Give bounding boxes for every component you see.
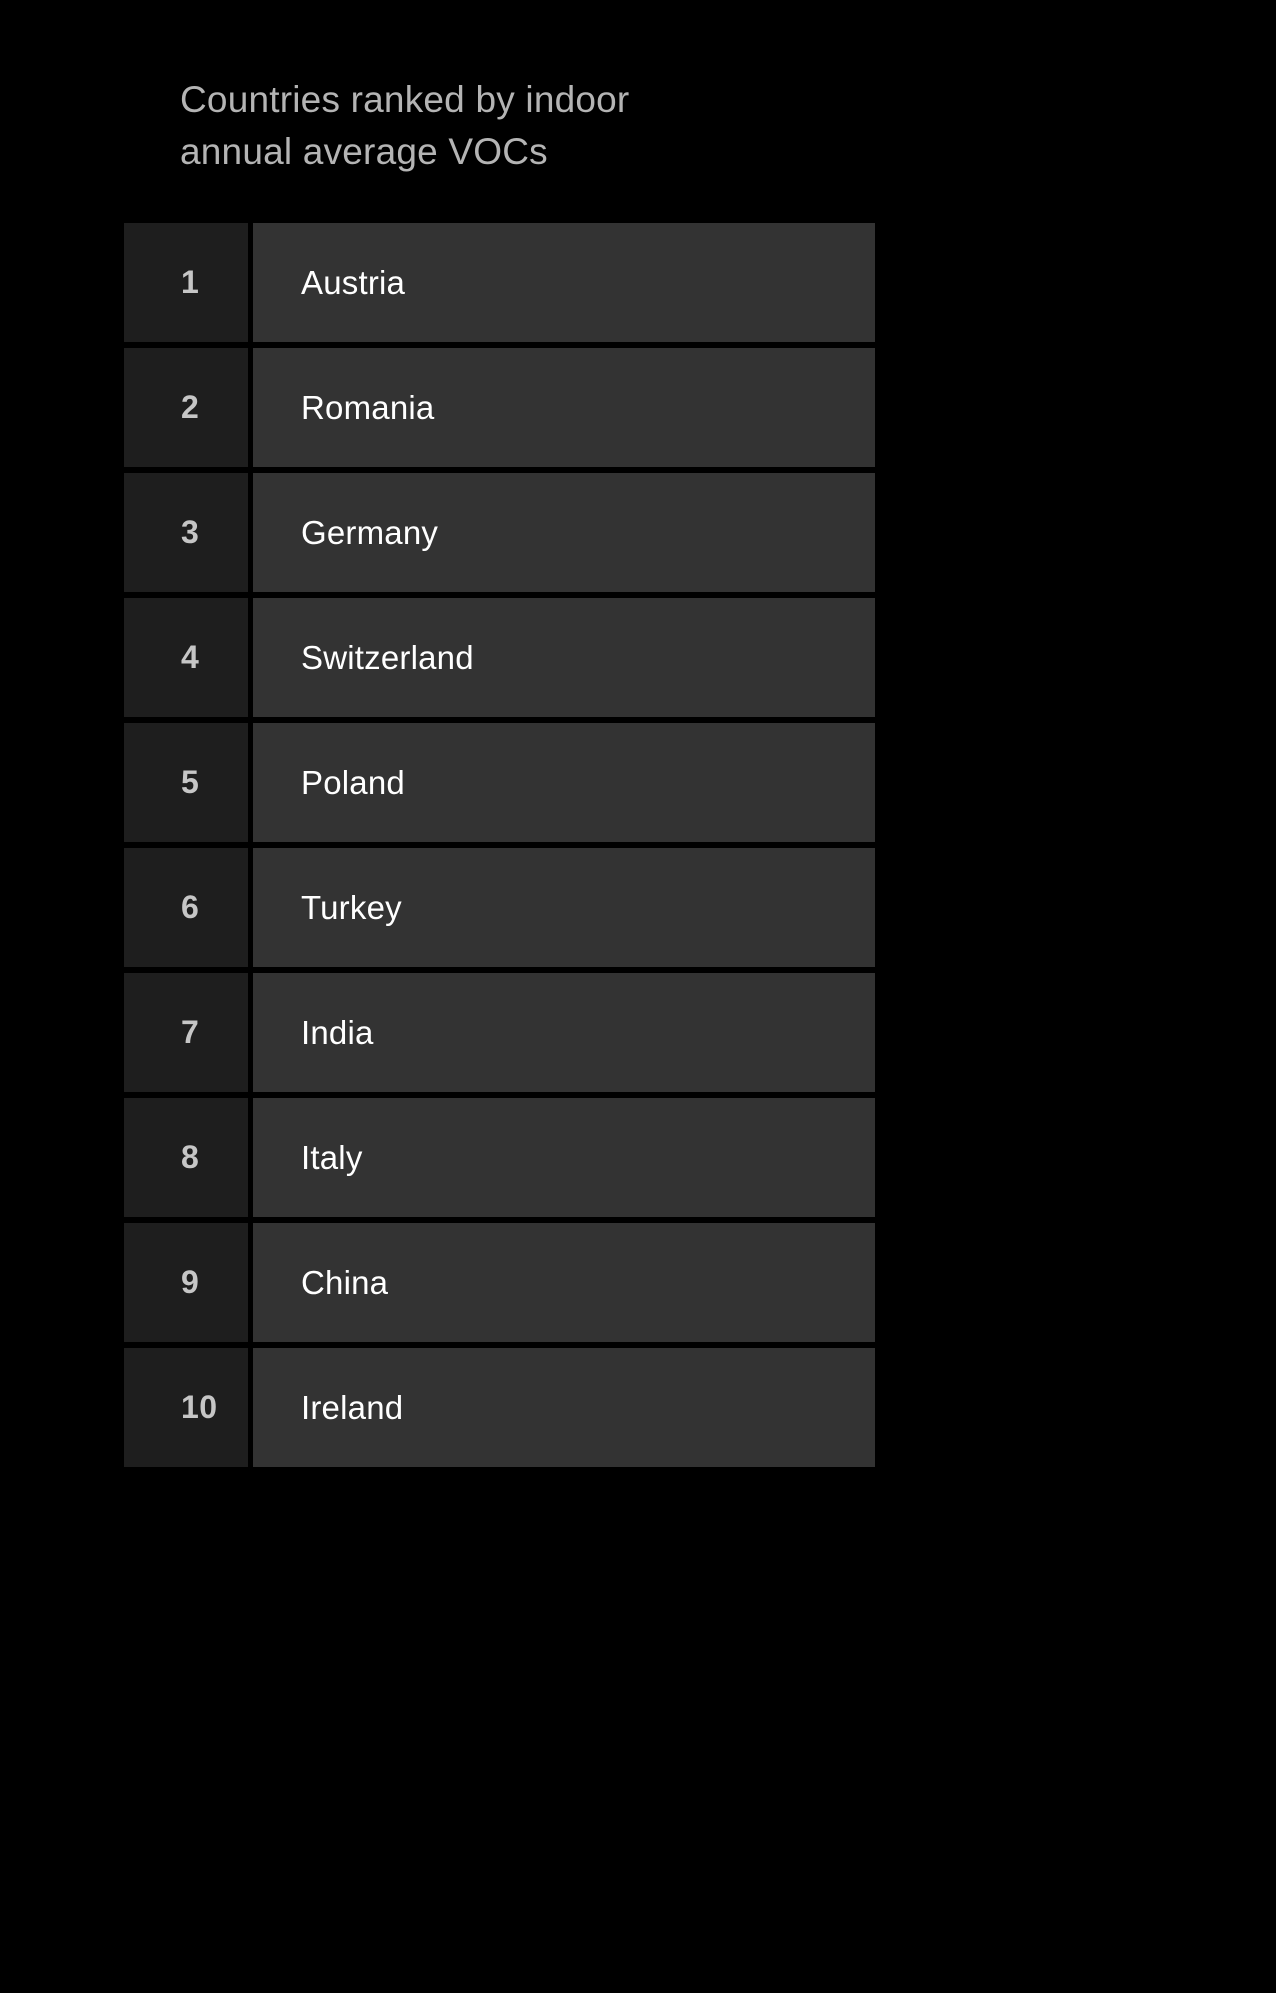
country-name: Germany bbox=[253, 473, 875, 592]
table-row[interactable]: 7 India bbox=[124, 973, 875, 1092]
table-row[interactable]: 3 Germany bbox=[124, 473, 875, 592]
rank-number: 8 bbox=[124, 1098, 248, 1217]
country-name: China bbox=[253, 1223, 875, 1342]
rank-number: 7 bbox=[124, 973, 248, 1092]
table-row[interactable]: 1 Austria bbox=[124, 223, 875, 342]
rank-number: 1 bbox=[124, 223, 248, 342]
rank-number: 10 bbox=[124, 1348, 248, 1467]
country-name: Ireland bbox=[253, 1348, 875, 1467]
table-row[interactable]: 5 Poland bbox=[124, 723, 875, 842]
table-row[interactable]: 2 Romania bbox=[124, 348, 875, 467]
ranking-table: 1 Austria 2 Romania 3 Germany 4 Switzerl… bbox=[124, 223, 875, 1467]
table-row[interactable]: 9 China bbox=[124, 1223, 875, 1342]
page-title-line-1: Countries ranked by indoor bbox=[180, 79, 630, 120]
country-name: Romania bbox=[253, 348, 875, 467]
table-row[interactable]: 10 Ireland bbox=[124, 1348, 875, 1467]
rank-number: 6 bbox=[124, 848, 248, 967]
country-name: Austria bbox=[253, 223, 875, 342]
rank-number: 5 bbox=[124, 723, 248, 842]
table-row[interactable]: 8 Italy bbox=[124, 1098, 875, 1217]
country-name: India bbox=[253, 973, 875, 1092]
page-root: Countries ranked by indoor annual averag… bbox=[0, 0, 1276, 1993]
rank-number: 3 bbox=[124, 473, 248, 592]
rank-number: 2 bbox=[124, 348, 248, 467]
country-name: Turkey bbox=[253, 848, 875, 967]
table-row[interactable]: 4 Switzerland bbox=[124, 598, 875, 717]
country-name: Switzerland bbox=[253, 598, 875, 717]
table-row[interactable]: 6 Turkey bbox=[124, 848, 875, 967]
rank-number: 9 bbox=[124, 1223, 248, 1342]
page-title-line-2: annual average VOCs bbox=[180, 131, 548, 172]
rank-number: 4 bbox=[124, 598, 248, 717]
country-name: Poland bbox=[253, 723, 875, 842]
country-name: Italy bbox=[253, 1098, 875, 1217]
page-title: Countries ranked by indoor annual averag… bbox=[180, 74, 800, 178]
